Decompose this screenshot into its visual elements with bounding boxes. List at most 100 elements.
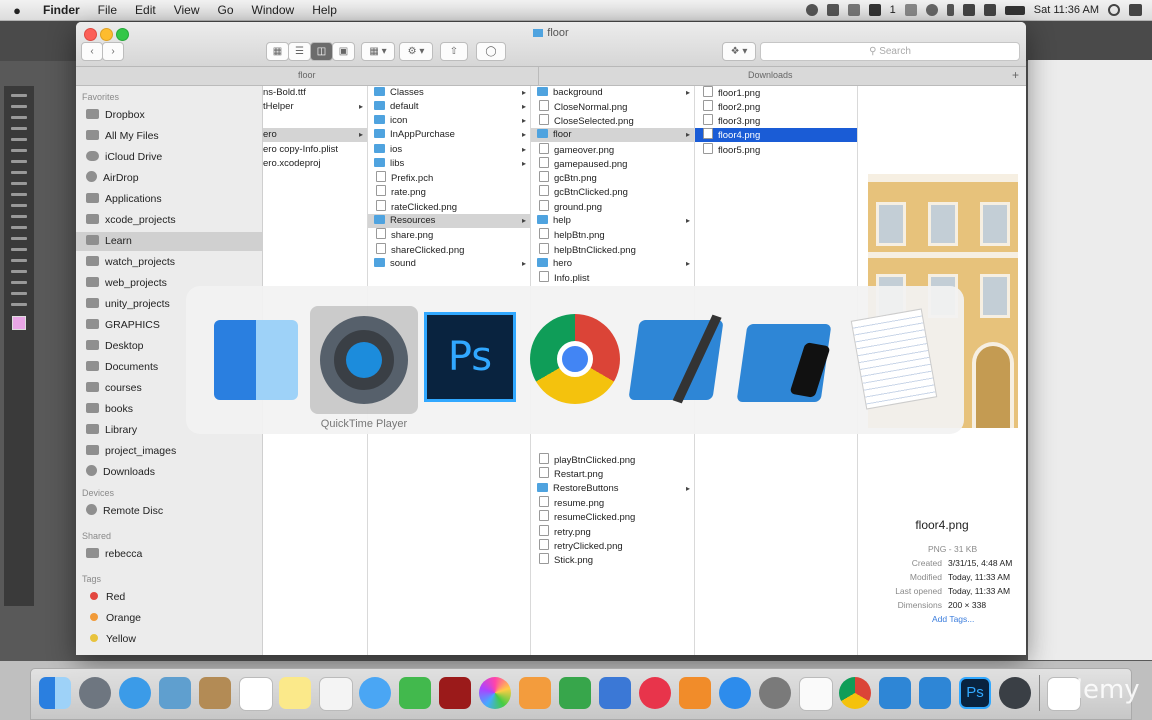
list-item[interactable]: shareClicked.png [368, 243, 530, 257]
simulator-app-icon[interactable] [736, 324, 832, 402]
reminders-dock-icon[interactable] [319, 677, 353, 711]
photoshop-app-icon[interactable]: Ps [424, 312, 516, 402]
list-item[interactable]: ground.png [531, 200, 694, 214]
list-item[interactable]: retryClicked.png [531, 539, 694, 553]
sync-icon[interactable] [904, 4, 917, 16]
list-item[interactable]: sound ▸ [368, 257, 530, 271]
list-item[interactable]: rate.png [368, 185, 530, 199]
sidebar-item-all-my-files[interactable]: All My Files [84, 127, 260, 146]
xcode-dock-icon[interactable] [879, 677, 911, 709]
sidebar-tag-orange[interactable]: Orange [84, 609, 260, 628]
preview-dock-icon[interactable] [159, 677, 191, 709]
messages-dock-icon[interactable] [359, 677, 391, 709]
record-icon[interactable] [805, 4, 818, 16]
list-item[interactable]: RestoreButtons ▸ [531, 482, 694, 496]
list-item[interactable]: share.png [368, 228, 530, 242]
list-item[interactable]: default ▸ [368, 100, 530, 114]
tool-icon[interactable] [11, 259, 27, 262]
tool-icon[interactable] [11, 270, 27, 273]
cover-flow-button[interactable]: ▣ [332, 42, 355, 61]
menu-edit[interactable]: Edit [126, 3, 165, 17]
list-item[interactable]: Classes ▸ [368, 86, 530, 100]
apple-menu-icon[interactable]: ● [0, 3, 34, 18]
list-item[interactable]: gcBtn.png [531, 171, 694, 185]
tags-button[interactable]: ◯ [476, 42, 506, 61]
icon-view-button[interactable]: ▦ [266, 42, 289, 61]
ibooks-dock-icon[interactable] [679, 677, 711, 709]
chrome-app-icon[interactable] [530, 314, 620, 404]
tool-icon[interactable] [11, 204, 27, 207]
forward-button[interactable]: › [102, 42, 124, 61]
dropbox-icon[interactable] [826, 4, 839, 16]
tool-icon[interactable] [11, 105, 27, 108]
list-item[interactable]: ero.xcodeproj [263, 157, 367, 171]
tool-icon[interactable] [11, 94, 27, 97]
notes-dock-icon[interactable] [279, 677, 311, 709]
tool-icon[interactable] [11, 171, 27, 174]
finder-dock-icon[interactable] [39, 677, 71, 709]
list-item[interactable]: ero ▸ [263, 128, 367, 142]
safari-dock-icon[interactable] [119, 677, 151, 709]
menu-file[interactable]: File [89, 3, 126, 17]
tool-icon[interactable] [11, 292, 27, 295]
add-tab-icon[interactable]: + [1012, 68, 1019, 82]
xcode-app-icon[interactable] [628, 314, 724, 404]
list-item[interactable]: help ▸ [531, 214, 694, 228]
finder-app-icon[interactable] [214, 320, 298, 400]
dropbox-toolbar-button[interactable]: ❖ ▾ [722, 42, 756, 61]
photos-dock-icon[interactable] [479, 677, 511, 709]
battery-icon[interactable] [1004, 5, 1025, 15]
back-button[interactable]: ‹ [81, 42, 103, 61]
menu-window[interactable]: Window [243, 3, 304, 17]
list-item[interactable]: floor1.png [695, 86, 857, 100]
list-item[interactable]: InAppPurchase ▸ [368, 128, 530, 142]
tool-icon[interactable] [11, 127, 27, 130]
list-item[interactable]: floor5.png [695, 143, 857, 157]
bluetooth-icon[interactable] [946, 4, 954, 16]
tool-icon[interactable] [11, 215, 27, 218]
launchpad-dock-icon[interactable] [79, 677, 111, 709]
list-item[interactable]: CloseSelected.png [531, 114, 694, 128]
numbers-dock-icon[interactable] [559, 677, 591, 709]
textedit-dock-icon[interactable] [799, 677, 833, 711]
photo-booth-dock-icon[interactable] [439, 677, 471, 709]
tool-icon[interactable] [11, 226, 27, 229]
sidebar-item-learn[interactable]: Learn [76, 232, 262, 251]
menu-app-finder[interactable]: Finder [34, 3, 89, 17]
menu-go[interactable]: Go [209, 3, 243, 17]
list-item[interactable]: ns-Bold.ttf [263, 86, 367, 100]
volume-icon[interactable] [983, 4, 996, 16]
keynote-dock-icon[interactable] [599, 677, 631, 709]
wifi-icon[interactable] [962, 4, 975, 16]
sidebar-item-rebecca[interactable]: rebecca [84, 545, 260, 564]
sidebar-item-watch-projects[interactable]: watch_projects [84, 253, 260, 272]
system-preferences-dock-icon[interactable] [759, 677, 791, 709]
sidebar-item-xcode-projects[interactable]: xcode_projects [84, 211, 260, 230]
list-item[interactable]: Stick.png [531, 553, 694, 567]
sidebar-item-downloads[interactable]: Downloads [84, 463, 260, 482]
list-item[interactable]: rateClicked.png [368, 200, 530, 214]
spotlight-icon[interactable] [1108, 4, 1120, 16]
list-item[interactable]: playBtnClicked.png [531, 453, 694, 467]
search-field[interactable]: ⚲ Search [760, 42, 1020, 61]
clock-icon[interactable] [925, 4, 938, 16]
app-store-dock-icon[interactable] [719, 677, 751, 709]
list-item[interactable]: background ▸ [531, 86, 694, 100]
list-item[interactable]: retry.png [531, 525, 694, 539]
sidebar-item-airdrop[interactable]: AirDrop [84, 169, 260, 188]
sidebar-tag-red[interactable]: Red [84, 588, 260, 607]
list-item[interactable]: tHelper ▸ [263, 100, 367, 114]
sidebar-item-dropbox[interactable]: Dropbox [84, 106, 260, 125]
share-button[interactable]: ⇧ [440, 42, 468, 61]
calendar-dock-icon[interactable] [239, 677, 273, 711]
simulator-dock-icon[interactable] [919, 677, 951, 709]
eye-icon[interactable] [847, 4, 860, 16]
contacts-dock-icon[interactable] [199, 677, 231, 709]
list-item[interactable]: resume.png [531, 496, 694, 510]
quicktime-dock-icon[interactable] [999, 677, 1031, 709]
list-item[interactable]: gamepaused.png [531, 157, 694, 171]
photoshop-dock-icon[interactable]: Ps [959, 677, 991, 709]
tool-icon[interactable] [11, 149, 27, 152]
list-item[interactable]: ios ▸ [368, 143, 530, 157]
pages-dock-icon[interactable] [519, 677, 551, 709]
